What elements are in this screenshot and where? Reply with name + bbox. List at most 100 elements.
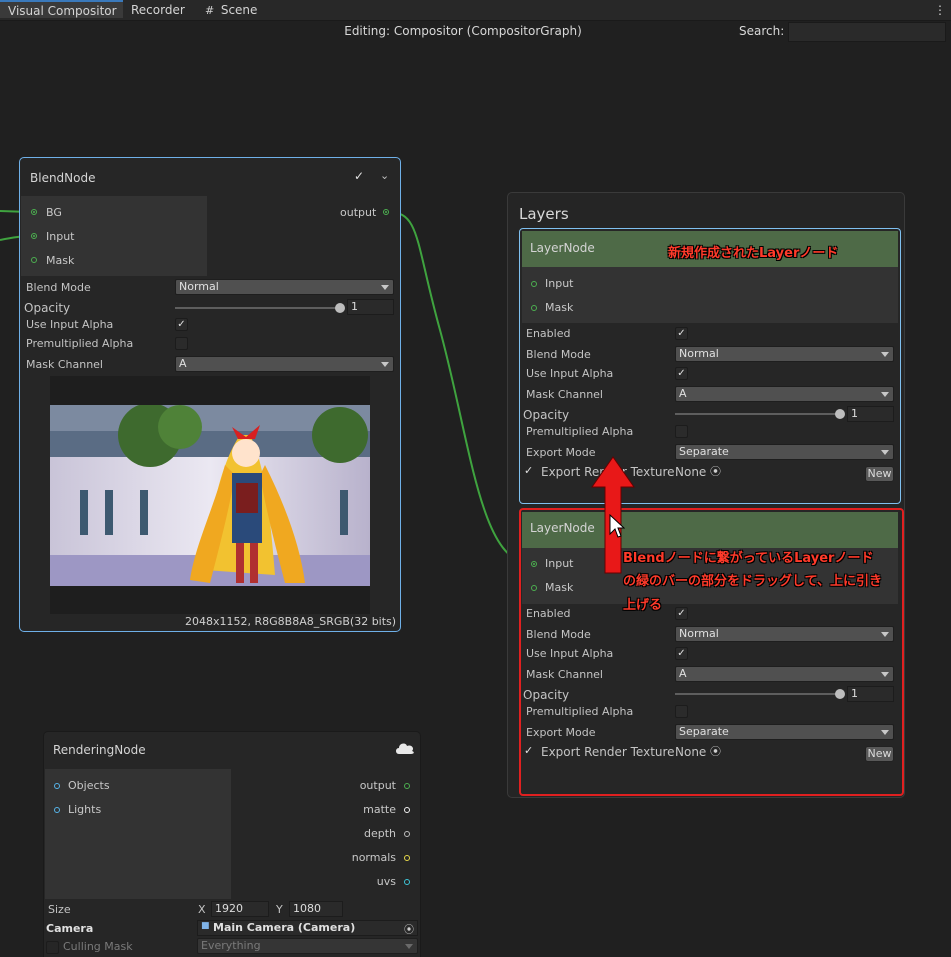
prop-label: Enabled <box>526 327 571 340</box>
dropdown-arrow-icon <box>381 285 389 290</box>
prop-label: Mask Channel <box>526 668 603 681</box>
port-mask[interactable]: Mask <box>46 254 74 267</box>
cloud-icon <box>396 743 414 754</box>
prop-label: Opacity <box>523 408 570 422</box>
rendering-node[interactable]: RenderingNode Objects Lights output matt… <box>43 731 421 957</box>
culling-mask-dropdown[interactable]: Everything <box>197 938 418 954</box>
dropdown-arrow-icon <box>381 362 389 367</box>
port-normals[interactable]: normals <box>352 851 396 864</box>
blend-mode-dropdown[interactable]: Normal <box>175 279 394 295</box>
annotation-new-layer: 新規作成されたLayerノード <box>668 246 839 261</box>
prop-label: Enabled <box>526 607 571 620</box>
premultiplied-alpha-checkbox[interactable] <box>175 337 188 350</box>
port-mask[interactable]: Mask <box>545 581 573 594</box>
port-dot[interactable] <box>404 783 410 789</box>
annotation-drag-line3: 上げる <box>623 598 663 613</box>
port-depth[interactable]: depth <box>364 827 396 840</box>
port-objects[interactable]: Objects <box>68 779 110 792</box>
port-output[interactable]: output <box>360 779 396 792</box>
port-dot[interactable] <box>531 281 537 287</box>
mask-channel-dropdown[interactable]: A <box>675 386 894 402</box>
new-render-texture-button[interactable]: New <box>865 746 894 762</box>
input-ports <box>522 267 898 323</box>
mask-channel-dropdown[interactable]: A <box>675 666 894 682</box>
check-icon[interactable]: ✓ <box>354 169 364 183</box>
export-render-texture-checkbox[interactable]: ✓ <box>524 744 533 757</box>
blend-mode-dropdown[interactable]: Normal <box>675 626 894 642</box>
node-title: LayerNode <box>530 241 595 255</box>
preview-image <box>50 405 370 586</box>
port-dot[interactable] <box>31 233 37 239</box>
port-dot[interactable] <box>54 807 60 813</box>
dropdown-value: A <box>679 667 687 680</box>
port-input[interactable]: Input <box>46 230 74 243</box>
opacity-field[interactable]: 1 <box>847 406 894 422</box>
port-output[interactable]: output <box>340 206 376 219</box>
opacity-slider-knob[interactable] <box>835 409 845 419</box>
port-bg[interactable]: BG <box>46 206 62 219</box>
port-input[interactable]: Input <box>545 557 573 570</box>
size-x-field[interactable]: 1920 <box>211 901 269 917</box>
layer-node[interactable]: LayerNode Input Mask Enabled ✓ Blend Mod… <box>519 228 901 504</box>
use-input-alpha-checkbox[interactable]: ✓ <box>175 318 188 331</box>
prop-label: Premultiplied Alpha <box>26 337 134 350</box>
port-dot[interactable] <box>54 783 60 789</box>
port-lights[interactable]: Lights <box>68 803 101 816</box>
export-mode-dropdown[interactable]: Separate <box>675 724 894 740</box>
dropdown-arrow-icon <box>405 944 413 949</box>
use-input-alpha-checkbox[interactable]: ✓ <box>675 647 688 660</box>
premultiplied-alpha-checkbox[interactable] <box>675 705 688 718</box>
enabled-checkbox[interactable]: ✓ <box>675 607 688 620</box>
port-dot[interactable] <box>531 585 537 591</box>
size-y-field[interactable]: 1080 <box>289 901 343 917</box>
object-picker-icon[interactable]: ⦿ <box>710 743 721 759</box>
object-picker-icon[interactable]: ⦿ <box>710 463 721 479</box>
opacity-slider[interactable] <box>675 693 840 695</box>
prop-label: Blend Mode <box>526 348 591 361</box>
dropdown-arrow-icon <box>881 392 889 397</box>
port-dot[interactable] <box>404 879 410 885</box>
port-dot[interactable] <box>531 305 537 311</box>
culling-mask-checkbox[interactable] <box>46 941 59 954</box>
render-texture-field[interactable]: None <box>675 745 706 759</box>
port-dot[interactable] <box>531 561 537 567</box>
opacity-slider-knob[interactable] <box>335 303 345 313</box>
chevron-down-icon[interactable]: ⌄ <box>380 169 389 182</box>
opacity-slider-knob[interactable] <box>835 689 845 699</box>
mask-channel-dropdown[interactable]: A <box>175 356 394 372</box>
premultiplied-alpha-checkbox[interactable] <box>675 425 688 438</box>
prop-label: Export Render Texture <box>541 745 675 759</box>
prop-label: Use Input Alpha <box>26 318 114 331</box>
annotation-drag-line1: Blendノードに繋がっているLayerノード <box>623 551 874 566</box>
export-mode-dropdown[interactable]: Separate <box>675 444 894 460</box>
dropdown-value: Separate <box>679 445 729 458</box>
prop-label: Export Mode <box>526 446 596 459</box>
port-mask[interactable]: Mask <box>545 301 573 314</box>
blend-node[interactable]: BlendNode ✓ ⌄ BG Input Mask output Blend… <box>19 157 401 632</box>
new-render-texture-button[interactable]: New <box>865 466 894 482</box>
port-dot[interactable] <box>31 209 37 215</box>
render-texture-field[interactable]: None <box>675 465 706 479</box>
port-matte[interactable]: matte <box>363 803 396 816</box>
blend-mode-dropdown[interactable]: Normal <box>675 346 894 362</box>
opacity-field[interactable]: 1 <box>347 299 394 315</box>
camera-field[interactable]: ■ Main Camera (Camera) ⦿ <box>197 920 418 936</box>
port-input[interactable]: Input <box>545 277 573 290</box>
object-picker-icon[interactable]: ⦿ <box>404 921 414 936</box>
port-uvs[interactable]: uvs <box>377 875 396 888</box>
opacity-field[interactable]: 1 <box>847 686 894 702</box>
opacity-slider[interactable] <box>175 307 340 309</box>
opacity-slider[interactable] <box>675 413 840 415</box>
port-dot[interactable] <box>404 807 410 813</box>
dropdown-value: Separate <box>679 725 729 738</box>
prop-label: Use Input Alpha <box>526 367 614 380</box>
enabled-checkbox[interactable]: ✓ <box>675 327 688 340</box>
y-label: Y <box>276 903 283 916</box>
use-input-alpha-checkbox[interactable]: ✓ <box>675 367 688 380</box>
port-dot[interactable] <box>404 855 410 861</box>
port-dot[interactable] <box>383 209 389 215</box>
port-dot[interactable] <box>404 831 410 837</box>
port-dot[interactable] <box>31 257 37 263</box>
export-render-texture-checkbox[interactable]: ✓ <box>524 464 533 477</box>
layers-title: Layers <box>519 205 569 223</box>
